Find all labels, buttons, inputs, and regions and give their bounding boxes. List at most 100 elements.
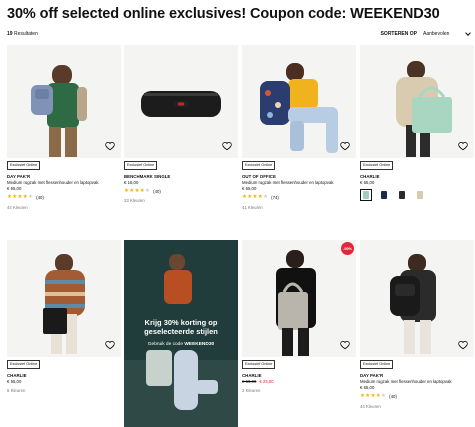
heart-icon[interactable] [340, 141, 350, 151]
sort-dropdown[interactable]: Aanbevolen [423, 30, 471, 37]
product-card[interactable]: Exclusief Online CHARLIE € 55,00 [360, 45, 474, 201]
heart-icon[interactable] [340, 340, 350, 350]
promo-title: Krijg 30% korting op geselecteerde stijl… [144, 318, 218, 337]
star-icon: ★ [247, 194, 253, 201]
color-swatch[interactable] [360, 188, 372, 201]
color-count: 6 Kleuren [7, 387, 26, 393]
person-with-tote-bag-image [360, 45, 474, 158]
product-price: € 50,00 € 25,00 [242, 379, 356, 384]
sort-label: SORTEREN OP [380, 31, 417, 37]
rating: ★ ★ ★ ★ ★ (40) [124, 187, 238, 195]
exclusive-badge: Exclusief Online [242, 161, 276, 170]
star-icon: ★ [144, 187, 150, 194]
product-image[interactable] [360, 240, 474, 357]
heart-icon[interactable] [222, 141, 232, 151]
product-card[interactable]: Exclusief Online DAY PAK'R Medium rugzak… [7, 45, 121, 210]
person-with-tote-bag-image [7, 240, 121, 357]
star-icon: ★ [139, 187, 145, 194]
product-name[interactable]: CHARLIE [360, 174, 474, 179]
star-icon: ★ [7, 194, 12, 201]
star-icon: ★ [365, 393, 371, 400]
promo-tile[interactable]: Krijg 30% korting op geselecteerde stijl… [124, 240, 238, 427]
product-name[interactable]: CHARLIE [7, 373, 121, 378]
product-image[interactable]: -50% [242, 240, 356, 357]
product-image[interactable] [7, 45, 121, 158]
person-sitting-with-backpack-image [242, 45, 356, 158]
rating: ★ ★ ★ ★ ★ (40) [360, 394, 474, 400]
product-price: € 65,00 [242, 185, 257, 191]
product-description: Medium rugzak met flessenhouder en lapto… [360, 378, 452, 384]
color-count: 44 Kleuren [360, 403, 381, 409]
promo-code: WEEKEND30 [184, 342, 215, 347]
heart-icon[interactable] [105, 141, 115, 151]
product-name[interactable]: BENCHMARK SINGLE [124, 174, 238, 179]
star-icon: ★ [22, 194, 28, 201]
color-count: 41 Kleuren [242, 204, 263, 210]
product-name[interactable]: DAY PAK'R [360, 373, 474, 378]
person-with-tote-bag-image [242, 240, 356, 357]
review-count: (40) [153, 189, 161, 195]
product-price: € 55,00 [360, 179, 375, 185]
sort-control[interactable]: SORTEREN OP Aanbevolen [380, 30, 471, 37]
product-card[interactable]: Exclusief Online OUT OF OFFICE Medium ru… [242, 45, 356, 210]
heart-icon[interactable] [105, 340, 115, 350]
old-price: € 50,00 [242, 378, 257, 384]
star-icon: ★ [375, 393, 381, 400]
color-count: 44 Kleuren [7, 204, 28, 210]
star-icon: ★ [242, 194, 247, 201]
color-swatch[interactable] [378, 189, 390, 201]
color-swatches [360, 188, 474, 201]
product-price: € 16,00 [124, 179, 139, 185]
product-image[interactable] [7, 240, 121, 357]
review-count: (40) [389, 394, 397, 400]
product-card[interactable]: Exclusief Online DAY PAK'R Medium rugzak… [360, 240, 474, 409]
product-price: € 55,00 [7, 378, 22, 384]
star-icon: ★ [262, 194, 268, 201]
product-image[interactable] [242, 45, 356, 158]
exclusive-badge: Exclusief Online [7, 161, 41, 170]
product-description: Medium rugzak met flessenhouder en lapto… [242, 179, 334, 185]
product-name[interactable]: DAY PAK'R [7, 174, 121, 179]
promo-banner: 30% off selected online exclusives! Coup… [7, 6, 440, 22]
star-icon: ★ [370, 393, 376, 400]
product-price: € 65,00 [7, 185, 22, 191]
review-count: (74) [271, 195, 279, 201]
product-image[interactable] [124, 45, 238, 158]
person-with-backpack-image [360, 240, 474, 357]
star-icon: ★ [124, 187, 129, 194]
exclusive-badge: Exclusief Online [7, 360, 41, 369]
person-with-backpack-image [7, 45, 121, 158]
product-name[interactable]: CHARLIE [242, 373, 356, 378]
color-swatch[interactable] [396, 189, 408, 201]
product-image[interactable] [360, 45, 474, 158]
review-count: (40) [36, 195, 44, 201]
product-price: € 65,00 [360, 384, 375, 390]
heart-icon[interactable] [458, 340, 468, 350]
chevron-down-icon [465, 30, 471, 36]
rating: ★ ★ ★ ★ ★ (40) [7, 195, 121, 201]
star-icon: ★ [134, 187, 140, 194]
results-count: 19 Resultaten [7, 31, 38, 37]
product-description: Medium rugzak met flessenhouder en lapto… [7, 179, 99, 185]
exclusive-badge: Exclusief Online [360, 360, 394, 369]
star-icon: ★ [257, 194, 263, 201]
exclusive-badge: Exclusief Online [360, 161, 394, 170]
sort-value: Aanbevolen [423, 31, 450, 37]
star-icon: ★ [380, 393, 386, 400]
product-card[interactable]: Exclusief Online BENCHMARK SINGLE € 16,0… [124, 45, 238, 204]
heart-icon[interactable] [458, 141, 468, 151]
sale-badge: -50% [341, 242, 354, 255]
color-swatch[interactable] [414, 189, 426, 201]
pencil-case-image [124, 45, 238, 158]
color-count: 33 Kleuren [124, 198, 145, 204]
color-count: 2 Kleuren [242, 387, 261, 393]
exclusive-badge: Exclusief Online [124, 161, 158, 170]
star-icon: ★ [129, 187, 135, 194]
star-icon: ★ [17, 194, 23, 201]
product-card[interactable]: -50% Exclusief Online CHARLIE € 50,00 € 2… [242, 240, 356, 393]
results-toolbar: 19 Resultaten SORTEREN OP Aanbevolen [0, 30, 475, 41]
star-icon: ★ [360, 393, 365, 400]
exclusive-badge: Exclusief Online [242, 360, 276, 369]
product-name[interactable]: OUT OF OFFICE [242, 174, 356, 179]
product-card[interactable]: Exclusief Online CHARLIE € 55,00 6 Kleur… [7, 240, 121, 393]
